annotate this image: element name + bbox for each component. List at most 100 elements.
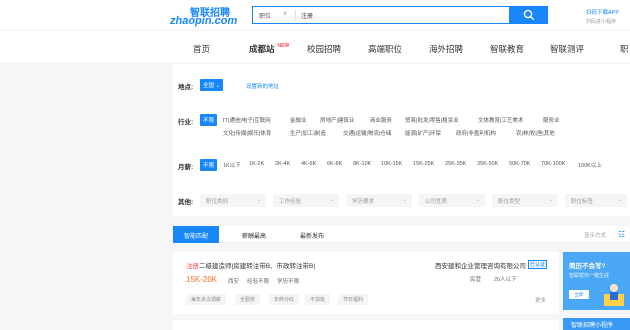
industry-option[interactable]: 文体教育|工艺美术 xyxy=(478,116,523,124)
chevron-down-icon: ⌄ xyxy=(256,197,261,203)
job-education: 学历不限 xyxy=(277,279,300,285)
app-download-link[interactable]: 扫码下载APP xyxy=(586,8,619,16)
dropdown-label: 职位类别 xyxy=(206,199,229,205)
search-icon xyxy=(523,9,535,21)
person-illustration-icon xyxy=(604,284,624,306)
industry-option[interactable]: IT|通信|电子|互联网 xyxy=(223,116,271,124)
nav-home[interactable]: 首页 xyxy=(193,43,210,55)
welfare-tag: 节日福利 xyxy=(338,294,369,305)
dropdown-company-type[interactable]: 公司性质 ⌄ xyxy=(419,194,485,207)
site-logo[interactable]: 智联招聘 zhaopin.com xyxy=(170,4,237,28)
search-divider xyxy=(295,10,296,21)
job-title-highlight: 注册 xyxy=(186,263,199,270)
industry-option[interactable]: 服务业 xyxy=(543,116,560,124)
industry-option[interactable]: 农|林|牧|渔|其他 xyxy=(516,129,555,137)
industry-any[interactable]: 不限 xyxy=(200,114,218,126)
verified-badge: 已认证 xyxy=(528,260,548,269)
chevron-down-icon: ⌄ xyxy=(402,197,407,203)
chevron-down-icon: ⌄ xyxy=(548,197,553,203)
salary-option[interactable]: 50K-70K xyxy=(509,161,530,167)
salary-label: 月薪: xyxy=(178,164,194,171)
salary-option[interactable]: 100K以上 xyxy=(578,161,602,169)
salary-option[interactable]: 70K-100K xyxy=(541,161,565,167)
job-salary: 15K-20K xyxy=(186,275,218,284)
nav-overseas[interactable]: 海外招聘 xyxy=(429,43,463,55)
nav-chengdu-label: 成都站 xyxy=(249,44,275,54)
location-select[interactable]: 全国 ⌄ xyxy=(200,79,224,91)
industry-option[interactable]: 文化|传媒|娱乐|体育 xyxy=(223,129,271,137)
industry-option[interactable]: 金融业 xyxy=(290,116,307,124)
salary-any[interactable]: 不限 xyxy=(200,159,218,171)
tab-highest-salary[interactable]: 薪酬最高 xyxy=(231,226,277,243)
dropdown-label: 职位类型 xyxy=(498,199,521,205)
salary-option[interactable]: 1K以下 xyxy=(223,161,241,169)
job-title[interactable]: 注册二级建造师|房建转注带B、市政转注带B| xyxy=(186,260,315,270)
dropdown-job-category[interactable]: 职位类别 ⌄ xyxy=(200,194,266,207)
welfare-tag: 年终分红 xyxy=(269,294,300,305)
dropdown-label: 工作经验 xyxy=(279,199,302,205)
nav-assessment[interactable]: 智联测评 xyxy=(550,43,584,55)
salary-option[interactable]: 25K-35K xyxy=(445,161,466,167)
search-input[interactable] xyxy=(301,10,501,21)
new-badge: NEW xyxy=(277,43,290,49)
salary-option[interactable]: 4K-6K xyxy=(301,161,316,167)
salary-option[interactable]: 35K-50K xyxy=(477,161,498,167)
search-button[interactable] xyxy=(510,6,548,24)
location-value: 全国 xyxy=(203,83,215,89)
industry-option[interactable]: 贸易|批发|零售|租赁业 xyxy=(405,116,459,124)
job-card[interactable]: 注册二级建造师|房建转注带B、市政转注带B| 15K-20K 西安 经验不限 学… xyxy=(173,252,559,314)
mini-program-link[interactable]: 扫码进小程序 xyxy=(586,18,616,25)
nav-senior[interactable]: 高端职位 xyxy=(368,43,402,55)
industry-option[interactable]: 商业服务 xyxy=(370,116,392,124)
nav-more[interactable]: 职 xyxy=(620,43,629,55)
welfare-tag: 全勤奖 xyxy=(235,294,261,305)
dropdown-job-type[interactable]: 职位类型 ⌄ xyxy=(492,194,558,207)
company-size: 20人以下 xyxy=(494,277,517,283)
ad-title: 简历不会写? xyxy=(569,263,606,270)
nav-campus[interactable]: 校园招聘 xyxy=(307,43,341,55)
logo-english: zhaopin.com xyxy=(170,15,238,27)
industry-option[interactable]: 房地产|建筑业 xyxy=(320,116,354,124)
list-view-icon[interactable]: ☷ xyxy=(618,230,625,239)
other-label: 其他: xyxy=(178,199,194,206)
job-card[interactable] xyxy=(173,320,559,330)
industry-option[interactable]: 能源|矿产|环保 xyxy=(405,129,441,137)
tab-latest[interactable]: 最新发布 xyxy=(289,226,335,243)
search-category-select[interactable]: 职位 xyxy=(259,11,271,20)
nav-chengdu[interactable]: 成都站 NEW xyxy=(249,43,289,55)
ad2-title: 智联招聘小程序 xyxy=(571,323,614,329)
industry-option[interactable]: 政府|非盈利机构 xyxy=(456,129,496,137)
industry-option[interactable]: 生产|加工|制造 xyxy=(290,129,326,137)
salary-option[interactable]: 2K-4K xyxy=(275,161,290,167)
welfare-tag: 每年多次调薪 xyxy=(186,294,227,305)
chevron-down-icon[interactable]: ∨ xyxy=(283,10,287,17)
dropdown-experience[interactable]: 工作经验 ⌄ xyxy=(273,194,339,207)
salary-option[interactable]: 8K-10K xyxy=(353,161,371,167)
salary-option[interactable]: 1K-2K xyxy=(249,161,264,167)
dropdown-label: 公司性质 xyxy=(425,199,448,205)
salary-option[interactable]: 15K-25K xyxy=(413,161,434,167)
job-title-text: 二级建造师|房建转注带B、市政转注带B| xyxy=(199,263,316,270)
set-address-link[interactable]: 设置新的地址 xyxy=(246,82,279,90)
industry-label: 行业: xyxy=(178,119,194,126)
job-location: 西安 xyxy=(228,279,240,285)
more-link[interactable]: 更多 xyxy=(535,296,546,304)
ad-button[interactable]: 立即 xyxy=(569,290,589,299)
resume-ad-banner[interactable]: 简历不会写? 智联帮你一键生成 立即 xyxy=(563,252,630,310)
ad-subtitle: 智联帮你一键生成 xyxy=(569,273,610,279)
top-bar: 智联招聘 zhaopin.com 职位 ∨ 扫码下载APP 扫码进小程序 xyxy=(0,0,630,30)
company-name[interactable]: 西安建和企业管理咨询有限公司 xyxy=(435,260,526,270)
dropdown-job-tag[interactable]: 职位标签 ⌄ xyxy=(565,194,627,207)
search-box: 职位 ∨ xyxy=(252,6,510,24)
industry-option[interactable]: 交通|运输|物流|仓储 xyxy=(343,129,391,137)
chevron-down-icon: ⌄ xyxy=(215,83,221,89)
display-mode-label: 显示方式 xyxy=(583,233,606,239)
chevron-down-icon: ⌄ xyxy=(329,197,334,203)
salary-option[interactable]: 10K-15K xyxy=(381,161,402,167)
mini-program-ad[interactable]: 智联招聘小程序 xyxy=(563,318,630,330)
salary-option[interactable]: 6K-8K xyxy=(327,161,342,167)
tab-smart-match[interactable]: 智能匹配 xyxy=(173,226,219,243)
dropdown-education[interactable]: 学历要求 ⌄ xyxy=(346,194,412,207)
nav-education[interactable]: 智联教育 xyxy=(490,43,524,55)
location-label: 地点: xyxy=(178,84,194,91)
